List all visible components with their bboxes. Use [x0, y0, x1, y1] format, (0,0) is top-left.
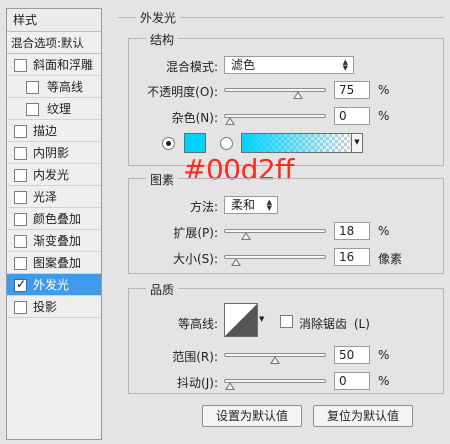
spread-input[interactable]: 18	[334, 222, 370, 240]
opacity-input[interactable]: 75	[334, 81, 370, 99]
blend-mode-label: 混合模式:	[165, 60, 218, 74]
range-slider-thumb[interactable]	[270, 356, 280, 364]
style-item[interactable]: 内发光	[7, 164, 101, 186]
technique-select[interactable]: 柔和 ▲ ▼	[224, 196, 278, 214]
technique-label: 方法:	[189, 200, 218, 214]
style-checkbox[interactable]	[26, 103, 39, 116]
range-label: 范围(R):	[172, 350, 218, 364]
blend-options-default[interactable]: 混合选项:默认	[7, 32, 101, 54]
spread-label: 扩展(P):	[173, 226, 218, 240]
quality-title: 品质	[146, 281, 179, 298]
opacity-label: 不透明度(O):	[147, 85, 218, 99]
glow-gradient-preview[interactable]	[241, 133, 352, 153]
structure-title: 结构	[146, 31, 179, 48]
styles-header[interactable]: 样式	[7, 9, 101, 32]
noise-unit: %	[378, 109, 390, 123]
jitter-slider-thumb[interactable]	[225, 382, 235, 390]
styles-list-panel: 样式 混合选项:默认 斜面和浮雕等高线纹理描边内阴影内发光光泽颜色叠加渐变叠加图…	[6, 8, 102, 440]
size-label: 大小(S):	[172, 252, 218, 266]
select-arrows-icon: ▲ ▼	[342, 58, 348, 72]
style-item-label: 外发光	[33, 278, 70, 292]
style-checkbox[interactable]	[14, 191, 27, 204]
jitter-unit: %	[378, 374, 390, 388]
contour-label: 等高线:	[177, 317, 218, 331]
spread-unit: %	[378, 224, 390, 238]
style-item-label: 图案叠加	[33, 256, 82, 270]
style-item-label: 内阴影	[33, 146, 70, 160]
range-input[interactable]: 50	[334, 346, 370, 364]
noise-input[interactable]: 0	[334, 107, 370, 125]
antialias-checkbox[interactable]	[280, 315, 293, 328]
antialias-label: 消除锯齿 (L)	[299, 315, 370, 332]
jitter-slider[interactable]	[224, 379, 326, 390]
style-checkbox[interactable]	[14, 301, 27, 314]
style-checkbox[interactable]	[14, 147, 27, 160]
linear-contour-icon	[225, 304, 257, 336]
style-item[interactable]: 斜面和浮雕	[7, 54, 101, 76]
style-item[interactable]: 图案叠加	[7, 252, 101, 274]
style-item[interactable]: 投影	[7, 296, 101, 318]
style-item-label: 投影	[33, 300, 58, 314]
style-item-label: 光泽	[33, 190, 58, 204]
style-checkbox[interactable]	[14, 235, 27, 248]
opacity-unit: %	[378, 83, 390, 97]
style-checkbox[interactable]	[14, 257, 27, 270]
style-item[interactable]: 纹理	[7, 98, 101, 120]
style-item[interactable]: 渐变叠加	[7, 230, 101, 252]
blend-mode-value: 滤色	[231, 58, 256, 72]
range-unit: %	[378, 348, 390, 362]
style-item-label: 等高线	[47, 80, 84, 94]
size-input[interactable]: 16	[334, 248, 370, 266]
jitter-input[interactable]: 0	[334, 372, 370, 390]
blend-mode-select[interactable]: 滤色 ▲ ▼	[224, 56, 354, 74]
radio-selected-dot	[166, 141, 171, 146]
style-item[interactable]: 颜色叠加	[7, 208, 101, 230]
style-checkbox[interactable]	[14, 169, 27, 182]
noise-slider-thumb[interactable]	[225, 117, 235, 125]
opacity-slider-thumb[interactable]	[292, 91, 303, 99]
checkmark-icon: ✓	[16, 277, 27, 291]
style-item[interactable]: 等高线	[7, 76, 101, 98]
spread-slider-thumb[interactable]	[241, 232, 252, 240]
style-item-label: 渐变叠加	[33, 234, 82, 248]
select-arrows-icon: ▲ ▼	[266, 198, 272, 212]
gradient-radio[interactable]	[220, 137, 233, 150]
opacity-slider[interactable]	[224, 88, 326, 99]
contour-preview[interactable]	[224, 303, 258, 337]
antialias-shortcut: (L)	[353, 317, 370, 331]
size-slider-thumb[interactable]	[230, 258, 241, 266]
elements-title: 图素	[146, 171, 179, 188]
range-slider[interactable]	[224, 353, 326, 364]
style-item-label: 斜面和浮雕	[33, 58, 94, 72]
make-default-button[interactable]: 设置为默认值	[202, 405, 302, 427]
style-checkbox[interactable]	[26, 81, 39, 94]
outer-glow-title: 外发光	[136, 9, 181, 26]
style-checkbox[interactable]	[14, 125, 27, 138]
style-checkbox[interactable]	[14, 213, 27, 226]
style-item-label: 描边	[33, 124, 58, 138]
style-item-label: 颜色叠加	[33, 212, 82, 226]
contour-dropdown-arrow-icon[interactable]: ▼	[259, 315, 264, 323]
style-item[interactable]: 光泽	[7, 186, 101, 208]
style-item[interactable]: 内阴影	[7, 142, 101, 164]
solid-color-radio[interactable]	[162, 137, 175, 150]
gradient-fill	[242, 134, 351, 152]
gradient-dropdown-arrow-icon[interactable]: ▼	[351, 133, 363, 153]
noise-label: 杂色(N):	[171, 111, 218, 125]
spread-slider[interactable]	[224, 229, 326, 240]
style-item[interactable]: ✓ 外发光	[7, 274, 101, 296]
noise-slider[interactable]	[224, 114, 326, 125]
style-checkbox[interactable]: ✓	[14, 277, 27, 292]
style-item-label: 纹理	[47, 102, 72, 116]
antialias-text: 消除锯齿	[299, 317, 348, 331]
style-checkbox[interactable]	[14, 59, 27, 72]
style-item[interactable]: 描边	[7, 120, 101, 142]
style-item-label: 内发光	[33, 168, 70, 182]
glow-color-swatch[interactable]	[184, 133, 206, 153]
size-unit: 像素	[378, 252, 403, 266]
size-slider[interactable]	[224, 255, 326, 266]
jitter-label: 抖动(J):	[177, 376, 218, 390]
reset-default-button[interactable]: 复位为默认值	[313, 405, 413, 427]
technique-value: 柔和	[231, 198, 256, 212]
